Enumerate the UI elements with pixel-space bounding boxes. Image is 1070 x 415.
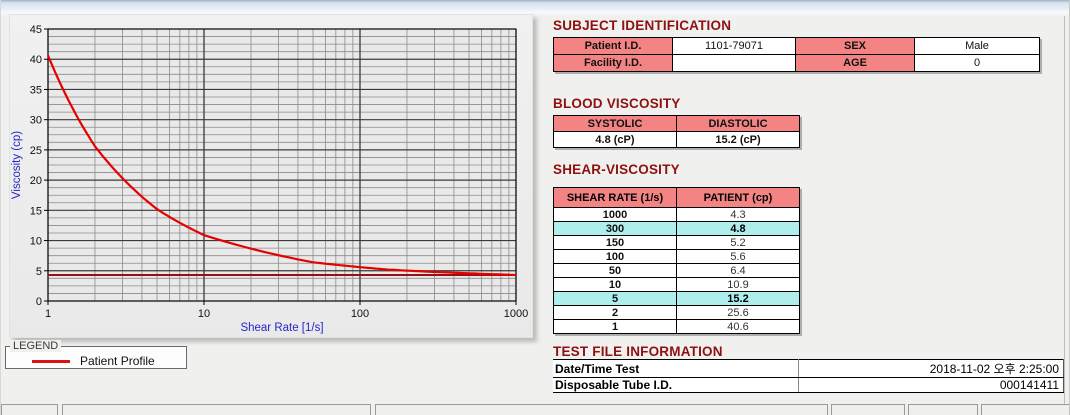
patient-value-cell: 10.9 xyxy=(677,278,800,292)
date-time-test-label: Date/Time Test xyxy=(553,360,799,378)
svg-text:5: 5 xyxy=(36,266,42,278)
patient-value-cell: 5.6 xyxy=(677,250,800,264)
svg-text:1: 1 xyxy=(45,308,51,320)
table-row: 1005.6 xyxy=(554,250,800,264)
bottom-button-2[interactable] xyxy=(908,404,978,415)
diastolic-value: 15.2 (cP) xyxy=(677,132,800,148)
table-header-row: SHEAR RATE (1/s) PATIENT (cp) xyxy=(554,188,800,208)
table-row: 506.4 xyxy=(554,264,800,278)
patient-value-cell: 40.6 xyxy=(677,320,800,334)
blood-viscosity-title: BLOOD VISCOSITY xyxy=(553,96,681,111)
table-row: Patient I.D. 1101-79071 SEX Male xyxy=(554,38,1040,55)
bottom-panel-2 xyxy=(62,404,371,415)
table-row: 3004.8 xyxy=(554,222,800,236)
shear-rate-cell: 1000 xyxy=(554,208,677,222)
svg-text:1000: 1000 xyxy=(504,308,528,320)
table-row: 140.6 xyxy=(554,320,800,334)
svg-text:Viscosity (cp): Viscosity (cp) xyxy=(11,131,23,199)
bottom-panel-1 xyxy=(1,404,58,415)
blood-viscosity-table: SYSTOLIC DIASTOLIC 4.8 (cP) 15.2 (cP) xyxy=(553,115,800,148)
svg-text:35: 35 xyxy=(30,84,42,96)
systolic-header: SYSTOLIC xyxy=(554,116,677,132)
shear-rate-cell: 5 xyxy=(554,292,677,306)
disposable-tube-id-label: Disposable Tube I.D. xyxy=(553,378,799,393)
legend-title: LEGEND xyxy=(10,340,61,352)
diastolic-header: DIASTOLIC xyxy=(677,116,800,132)
table-row: 515.2 xyxy=(554,292,800,306)
age-value: 0 xyxy=(915,55,1040,72)
report-window: 0510152025303540451101001000Shear Rate [… xyxy=(0,0,1070,415)
shear-viscosity-table: SHEAR RATE (1/s) PATIENT (cp) 10004.3 30… xyxy=(553,187,800,334)
table-row: 1010.9 xyxy=(554,278,800,292)
svg-text:10: 10 xyxy=(30,236,42,248)
legend-entry-label: Patient Profile xyxy=(80,354,155,368)
subject-identification-table: Patient I.D. 1101-79071 SEX Male Facilit… xyxy=(553,37,1040,72)
test-file-information-table: Date/Time Test 2018-11-02 오후 2:25:00 Dis… xyxy=(553,359,1064,393)
disposable-tube-id-value: 000141411 xyxy=(799,378,1064,393)
bottom-panel-3 xyxy=(375,404,828,415)
svg-text:45: 45 xyxy=(30,24,42,36)
shear-rate-header: SHEAR RATE (1/s) xyxy=(554,188,677,208)
patient-profile-line-sample xyxy=(32,360,70,363)
patient-value-cell: 4.3 xyxy=(677,208,800,222)
report-info-panel: SUBJECT IDENTIFICATION Patient I.D. 1101… xyxy=(549,16,1065,406)
shear-rate-cell: 300 xyxy=(554,222,677,236)
legend-entry: Patient Profile xyxy=(6,353,186,369)
table-row: Facility I.D. AGE 0 xyxy=(554,55,1040,72)
sex-label: SEX xyxy=(796,38,915,55)
shear-viscosity-title: SHEAR-VISCOSITY xyxy=(553,162,680,177)
shear-viscosity-chart: 0 5 10 15 20 25 30 35 40 45 1 10 100 1000 Shear Rate [… xyxy=(10,15,530,335)
svg-text:10: 10 xyxy=(198,308,210,320)
shear-rate-cell: 100 xyxy=(554,250,677,264)
shear-rate-cell: 150 xyxy=(554,236,677,250)
patient-id-label: Patient I.D. xyxy=(554,38,673,55)
svg-text:40: 40 xyxy=(30,54,42,66)
bottom-button-1[interactable] xyxy=(831,404,905,415)
patient-value-cell: 5.2 xyxy=(677,236,800,250)
table-row: Disposable Tube I.D. 000141411 xyxy=(553,378,1064,393)
table-row: 225.6 xyxy=(554,306,800,320)
viscosity-chart-panel: 0 5 10 15 20 25 30 35 40 45 1 10 100 1000 Shear Rate [… xyxy=(9,14,533,338)
svg-text:25: 25 xyxy=(30,145,42,157)
svg-text:Shear Rate [1/s]: Shear Rate [1/s] xyxy=(240,322,323,334)
sex-value: Male xyxy=(915,38,1040,55)
table-row: 1505.2 xyxy=(554,236,800,250)
svg-text:30: 30 xyxy=(30,115,42,127)
systolic-value: 4.8 (cP) xyxy=(554,132,677,148)
shear-rate-cell: 50 xyxy=(554,264,677,278)
bottom-button-3[interactable] xyxy=(981,404,1070,415)
facility-id-value xyxy=(673,55,796,72)
table-row: 10004.3 xyxy=(554,208,800,222)
age-label: AGE xyxy=(796,55,915,72)
shear-rate-cell: 1 xyxy=(554,320,677,334)
subject-identification-title: SUBJECT IDENTIFICATION xyxy=(553,18,731,33)
patient-value-cell: 6.4 xyxy=(677,264,800,278)
facility-id-label: Facility I.D. xyxy=(554,55,673,72)
svg-text:20: 20 xyxy=(30,175,42,187)
shear-rate-cell: 2 xyxy=(554,306,677,320)
shear-rate-cell: 10 xyxy=(554,278,677,292)
patient-value-cell: 4.8 xyxy=(677,222,800,236)
table-row: SYSTOLIC DIASTOLIC xyxy=(554,116,800,132)
svg-text:0: 0 xyxy=(36,296,42,308)
patient-value-cell: 25.6 xyxy=(677,306,800,320)
table-row: Date/Time Test 2018-11-02 오후 2:25:00 xyxy=(553,360,1064,378)
chart-legend: LEGEND Patient Profile xyxy=(5,340,187,369)
svg-text:15: 15 xyxy=(30,205,42,217)
table-row: 4.8 (cP) 15.2 (cP) xyxy=(554,132,800,148)
svg-text:100: 100 xyxy=(351,308,369,320)
date-time-test-value: 2018-11-02 오후 2:25:00 xyxy=(799,360,1064,378)
test-file-information-title: TEST FILE INFORMATION xyxy=(553,344,723,359)
patient-id-value: 1101-79071 xyxy=(673,38,796,55)
patient-cp-header: PATIENT (cp) xyxy=(677,188,800,208)
patient-value-cell: 15.2 xyxy=(677,292,800,306)
